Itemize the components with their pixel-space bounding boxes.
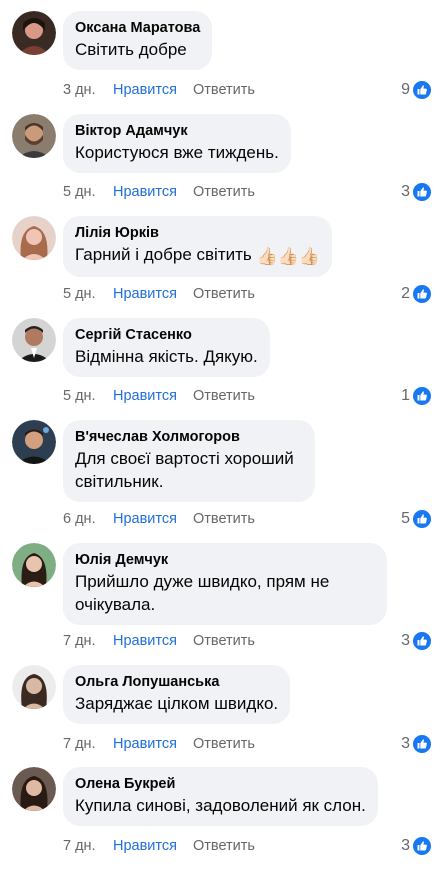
- comment-author[interactable]: Сергій Стасенко: [75, 326, 258, 344]
- comment-bubble: Віктор Адамчук Користуюся вже тиждень.: [63, 114, 291, 173]
- reaction-summary[interactable]: 3: [401, 835, 432, 857]
- thumbs-up-icon: [412, 182, 432, 202]
- comment-text: Користуюся вже тиждень.: [75, 143, 279, 162]
- comment-time[interactable]: 5 дн.: [63, 386, 96, 406]
- reaction-count: 1: [401, 387, 410, 404]
- reaction-summary[interactable]: 3: [401, 181, 432, 203]
- avatar[interactable]: [12, 318, 56, 362]
- reaction-summary[interactable]: 5: [401, 508, 432, 530]
- reply-link[interactable]: Ответить: [193, 631, 255, 651]
- reply-link[interactable]: Ответить: [193, 284, 255, 304]
- comment-author[interactable]: Лілія Юрків: [75, 224, 320, 242]
- comment-bubble: В'ячеслав Холмогоров Для своєї вартості …: [63, 420, 315, 502]
- comment-text-body: Гарний і добре світить: [75, 245, 252, 264]
- comment-bubble: Лілія Юрків Гарний і добре світить 👍🏻👍🏻👍…: [63, 216, 332, 277]
- thumbs-up-emoji: 👍🏻👍🏻👍🏻: [256, 247, 320, 266]
- avatar[interactable]: [12, 665, 56, 709]
- thumbs-up-icon: [412, 80, 432, 100]
- comment-author[interactable]: Ольга Лопушанська: [75, 673, 278, 691]
- comment-text: Заряджає цілком швидко.: [75, 694, 279, 713]
- comment-time[interactable]: 5 дн.: [63, 182, 96, 202]
- comment-text: Світить добре: [75, 40, 187, 59]
- reaction-summary[interactable]: 3: [401, 733, 432, 755]
- comment-actions: 5 дн. Нравится Ответить 2: [63, 284, 432, 304]
- like-link[interactable]: Нравится: [113, 386, 177, 406]
- like-link[interactable]: Нравится: [113, 284, 177, 304]
- avatar[interactable]: [12, 543, 56, 587]
- thumbs-up-icon: [412, 631, 432, 651]
- comment-actions: 5 дн. Нравится Ответить 3: [63, 182, 432, 202]
- like-link[interactable]: Нравится: [113, 836, 177, 856]
- reaction-count: 2: [401, 285, 410, 302]
- comment-bubble: Ольга Лопушанська Заряджає цілком швидко…: [63, 665, 291, 724]
- comment-time[interactable]: 5 дн.: [63, 284, 96, 304]
- thumbs-up-icon: [412, 284, 432, 304]
- reaction-summary[interactable]: 2: [401, 283, 432, 305]
- like-link[interactable]: Нравится: [113, 631, 177, 651]
- reply-link[interactable]: Ответить: [193, 182, 255, 202]
- reaction-count: 3: [401, 183, 410, 200]
- comment-text: Відмінна якість. Дякую.: [75, 347, 258, 366]
- comment-bubble: Олена Букрей Купила синові, задоволений …: [63, 767, 378, 826]
- avatar[interactable]: [12, 114, 56, 158]
- comment-text: Прийшло дуже швидко, прям не очікувала.: [75, 572, 330, 614]
- thumbs-up-icon: [412, 836, 432, 856]
- reaction-count: 3: [401, 735, 410, 752]
- reaction-summary[interactable]: 9: [401, 79, 432, 101]
- comment-author[interactable]: Олена Букрей: [75, 775, 366, 793]
- like-link[interactable]: Нравится: [113, 182, 177, 202]
- like-link[interactable]: Нравится: [113, 80, 177, 100]
- comment-author[interactable]: В'ячеслав Холмогоров: [75, 428, 303, 446]
- reaction-count: 9: [401, 81, 410, 98]
- reaction-summary[interactable]: 1: [401, 385, 432, 407]
- reaction-count: 3: [401, 632, 410, 649]
- avatar[interactable]: [12, 420, 56, 464]
- comment-author[interactable]: Юлія Демчук: [75, 551, 375, 569]
- comment-time[interactable]: 7 дн.: [63, 631, 96, 651]
- comments-feed: Оксана Маратова Світить добре 3 дн. Нрав…: [0, 0, 440, 870]
- thumbs-up-icon: [412, 386, 432, 406]
- comment-actions: 7 дн. Нравится Ответить 3: [63, 631, 432, 651]
- comment-actions: 7 дн. Нравится Ответить 3: [63, 836, 432, 856]
- reaction-summary[interactable]: 3: [401, 630, 432, 652]
- comment-actions: 6 дн. Нравится Ответить 5: [63, 509, 432, 529]
- comment-bubble: Юлія Демчук Прийшло дуже швидко, прям не…: [63, 543, 387, 625]
- comment-time[interactable]: 7 дн.: [63, 734, 96, 754]
- comment-actions: 7 дн. Нравится Ответить 3: [63, 734, 432, 754]
- comment-text: Для своєї вартості хороший світильник.: [75, 449, 294, 491]
- comment-time[interactable]: 3 дн.: [63, 80, 96, 100]
- avatar[interactable]: [12, 11, 56, 55]
- reply-link[interactable]: Ответить: [193, 836, 255, 856]
- like-link[interactable]: Нравится: [113, 734, 177, 754]
- reply-link[interactable]: Ответить: [193, 509, 255, 529]
- comment-actions: 3 дн. Нравится Ответить 9: [63, 80, 432, 100]
- reply-link[interactable]: Ответить: [193, 734, 255, 754]
- avatar[interactable]: [12, 767, 56, 811]
- avatar[interactable]: [12, 216, 56, 260]
- reply-link[interactable]: Ответить: [193, 386, 255, 406]
- comment-time[interactable]: 6 дн.: [63, 509, 96, 529]
- like-link[interactable]: Нравится: [113, 509, 177, 529]
- comment-text: Гарний і добре світить 👍🏻👍🏻👍🏻: [75, 243, 320, 268]
- comment-time[interactable]: 7 дн.: [63, 836, 96, 856]
- comment-bubble: Оксана Маратова Світить добре: [63, 11, 213, 70]
- thumbs-up-icon: [412, 509, 432, 529]
- reply-link[interactable]: Ответить: [193, 80, 255, 100]
- comment-bubble: Сергій Стасенко Відмінна якість. Дякую.: [63, 318, 270, 377]
- comment-text: Купила синові, задоволений як слон.: [75, 796, 366, 815]
- comment-actions: 5 дн. Нравится Ответить 1: [63, 386, 432, 406]
- reaction-count: 3: [401, 837, 410, 854]
- thumbs-up-icon: [412, 734, 432, 754]
- comment-author[interactable]: Оксана Маратова: [75, 19, 200, 37]
- comment-author[interactable]: Віктор Адамчук: [75, 122, 279, 140]
- reaction-count: 5: [401, 510, 410, 527]
